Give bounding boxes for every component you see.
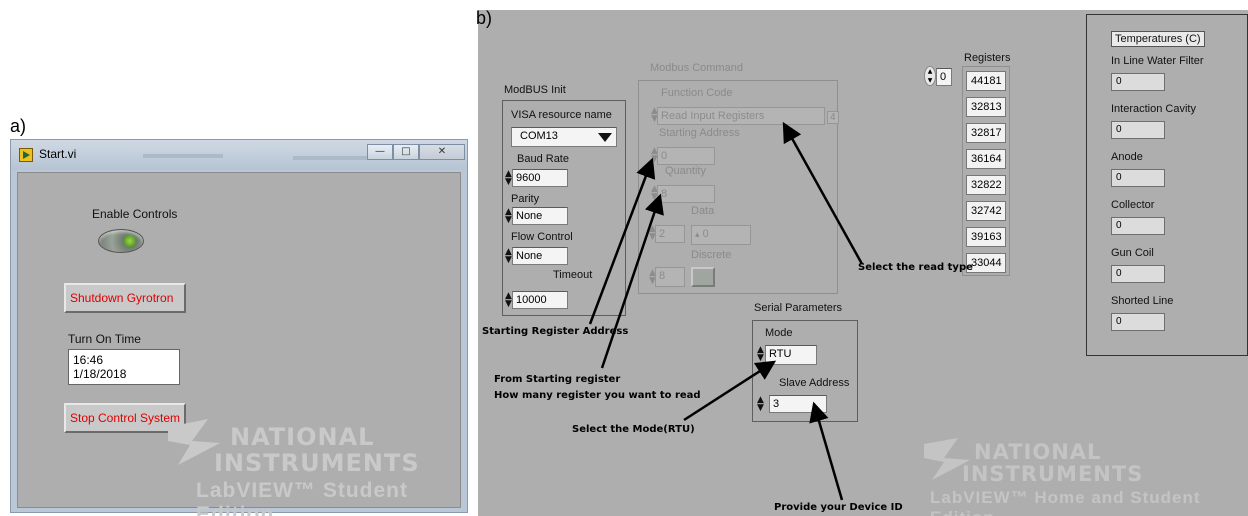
watermark-instruments: INSTRUMENTS bbox=[214, 449, 420, 477]
annotation-how-many-line2: How many register you want to read bbox=[494, 390, 701, 401]
labview-vi-icon bbox=[19, 148, 33, 162]
window-titlebar[interactable]: Start.vi — □ ✕ bbox=[11, 140, 467, 170]
close-button[interactable]: ✕ bbox=[419, 144, 465, 160]
watermark-national: NATIONAL bbox=[230, 423, 375, 451]
turn-on-time-value: 16:46 bbox=[73, 353, 104, 367]
annotation-select-mode: Select the Mode(RTU) bbox=[572, 424, 695, 435]
annotation-how-many-line1: From Starting register bbox=[494, 374, 621, 385]
modbus-front-panel: b) ModBUS Init VISA resource name COM13 … bbox=[476, 8, 1248, 516]
watermark-edition: LabVIEW™ Home and Student Edition bbox=[930, 488, 1201, 516]
minimize-button[interactable]: — bbox=[367, 144, 393, 160]
enable-controls-label: Enable Controls bbox=[92, 207, 178, 221]
watermark-national: NATIONAL bbox=[974, 440, 1102, 464]
turn-on-time-indicator: 16:46 1/18/2018 bbox=[68, 349, 180, 385]
turn-on-time-label: Turn On Time bbox=[68, 332, 141, 346]
panel-a-label: a) bbox=[10, 116, 27, 136]
turn-on-date-value: 1/18/2018 bbox=[73, 367, 127, 381]
arrow-device-id bbox=[809, 401, 844, 501]
front-panel: Enable Controls Shutdown Gyrotron Turn O… bbox=[17, 172, 461, 516]
annotation-select-read-type: Select the read type bbox=[858, 262, 973, 273]
shutdown-gyrotron-button[interactable]: Shutdown Gyrotron bbox=[64, 283, 186, 313]
arrow-starting-register bbox=[588, 157, 656, 325]
watermark-instruments: INSTRUMENTS bbox=[962, 462, 1144, 486]
watermark-edition: LabVIEW™ Student Edition bbox=[196, 479, 408, 516]
blurred-title-text bbox=[143, 154, 223, 158]
window-title: Start.vi bbox=[39, 147, 77, 161]
maximize-button[interactable]: □ bbox=[393, 144, 419, 160]
enable-controls-led[interactable] bbox=[98, 229, 144, 253]
annotation-device-id: Provide your Device ID bbox=[774, 502, 903, 513]
start-vi-window: Start.vi — □ ✕ Enable Controls Shutdown … bbox=[10, 139, 468, 516]
arrow-read-type bbox=[782, 121, 864, 265]
arrow-quantity bbox=[600, 193, 664, 369]
annotation-starting-register: Starting Register Address bbox=[482, 326, 629, 337]
